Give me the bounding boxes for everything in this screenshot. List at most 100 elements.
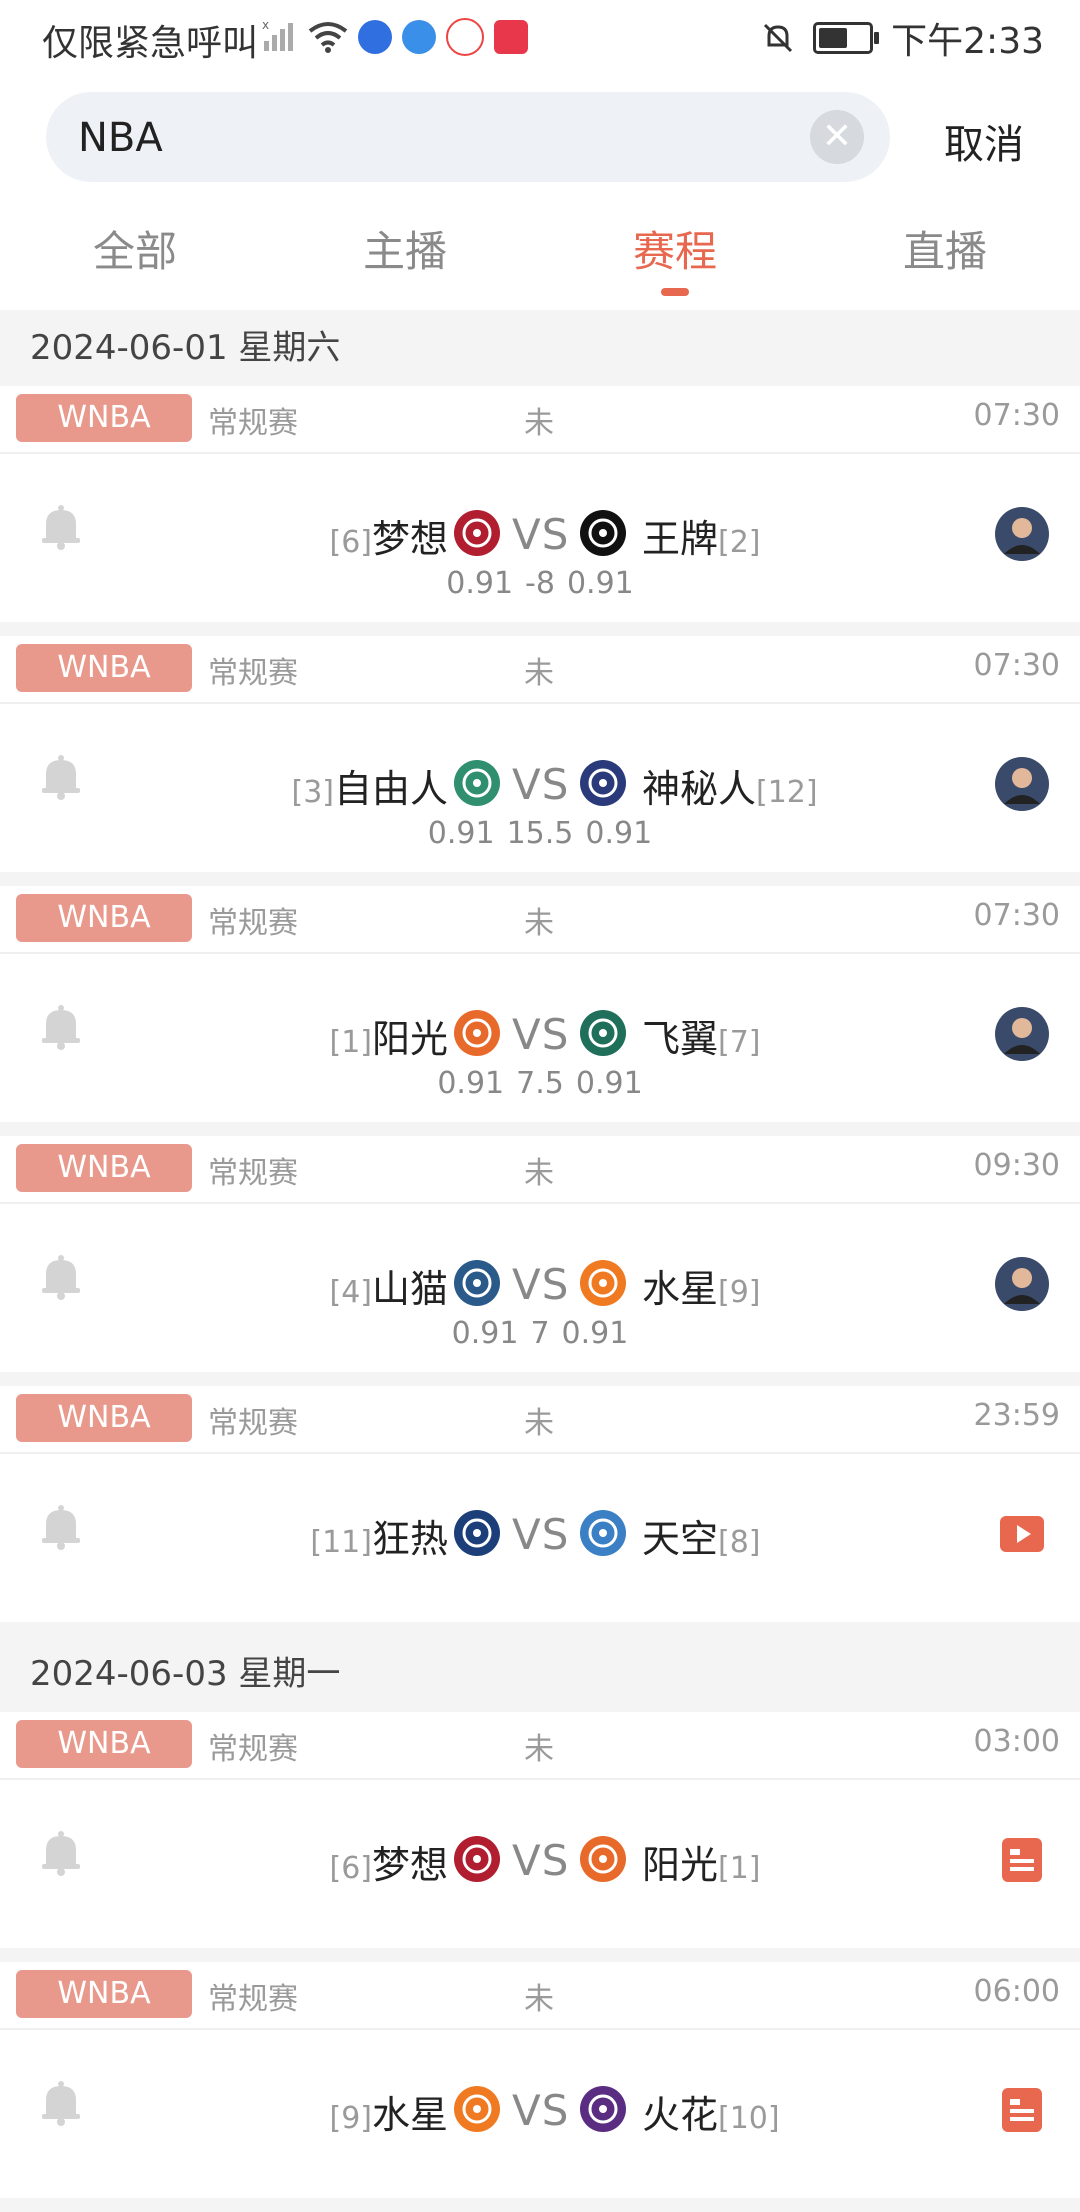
away-name: 王牌	[642, 517, 719, 561]
divider	[0, 622, 1080, 636]
round-label: 常规赛	[208, 906, 298, 941]
odds-line: 0.91 7.5 0.91	[0, 1066, 1080, 1101]
anchor-avatar[interactable]	[994, 1006, 1050, 1062]
home-name: 自由人	[333, 767, 448, 811]
date-header: 2024-06-03 星期一	[0, 1636, 1080, 1712]
match-card[interactable]: WNBA 常规赛 未 06:00 [9]水星 VS 火花[10]	[0, 1962, 1080, 2198]
match-card[interactable]: WNBA 常规赛未 07:30 [3]自由人 VS 神秘人[12] 0.91 15.5 0.91	[0, 636, 1080, 872]
tab-all[interactable]: 全部	[0, 182, 270, 310]
away-rank: [8]	[718, 1525, 761, 1560]
schedule-list: 2024-06-01 星期六 WNBA 常规赛未 07:30 [6]梦想 VS 王牌[2] 0…	[0, 310, 1080, 2212]
document-icon[interactable]	[994, 2082, 1050, 2138]
match-body: [9]水星 VS 火花[10]	[0, 2030, 1080, 2198]
odds-value: 0.91	[585, 816, 653, 851]
signal-icon: x	[262, 19, 293, 51]
play-icon[interactable]	[994, 1506, 1050, 1562]
anchor-avatar[interactable]	[994, 1256, 1050, 1312]
away-rank: [10]	[718, 2101, 780, 2136]
odds-value: 0.91	[575, 1066, 643, 1101]
tab-schedule[interactable]: 赛程	[540, 182, 810, 310]
match-state: 未	[524, 406, 554, 441]
teams-line: [4]山猫 VS 水星[9]	[0, 1258, 1080, 1318]
divider	[0, 2198, 1080, 2212]
away-logo-icon	[578, 758, 628, 808]
away-logo-icon	[578, 1834, 628, 1884]
home-logo-icon	[452, 508, 502, 558]
tab-streamers[interactable]: 主播	[270, 182, 540, 310]
status-icons: x	[262, 18, 528, 56]
match-card[interactable]: WNBA 常规赛 未 09:30 [4]山猫 VS 水星[9] 0.91 7 0.91	[0, 1136, 1080, 1372]
away-team: 火花[10]	[642, 2084, 780, 2139]
vs-label: VS	[512, 1510, 570, 1559]
away-team: 神秘人[12]	[642, 758, 818, 813]
home-team: [1]阳光	[329, 1008, 448, 1063]
match-body: [1]阳光 VS 飞翼[7] 0.91 7.5 0.91	[0, 954, 1080, 1122]
baidu-app-icon	[358, 20, 392, 54]
away-rank: [9]	[718, 1275, 761, 1310]
odds-value: 0.91	[427, 816, 495, 851]
teams-line: [11]狂热 VS 天空[8]	[0, 1508, 1080, 1568]
match-header: WNBA 常规赛 未 03:00	[0, 1712, 1080, 1780]
match-time: 09:30	[973, 1148, 1060, 1183]
teams-line: [6]梦想 VS 阳光[1]	[0, 1834, 1080, 1894]
r-app-icon	[446, 18, 484, 56]
away-name: 神秘人	[642, 767, 757, 811]
home-team: [6]梦想	[329, 508, 448, 563]
home-logo-icon	[452, 2084, 502, 2134]
teams-line: [3]自由人 VS 神秘人[12]	[0, 758, 1080, 818]
search-box[interactable]: ✕	[46, 92, 890, 184]
cancel-button[interactable]: 取消	[944, 112, 1024, 170]
match-state: 未	[524, 1406, 554, 1441]
away-name: 飞翼	[642, 1017, 719, 1061]
battery-icon	[813, 22, 880, 54]
match-card[interactable]: WNBA 常规赛 未 03:00 [6]梦想 VS 阳光[1]	[0, 1712, 1080, 1948]
round-label: 常规赛	[208, 656, 298, 691]
search-input[interactable]	[76, 92, 800, 184]
away-logo-icon	[578, 508, 628, 558]
divider	[0, 1122, 1080, 1136]
away-logo-icon	[578, 1508, 628, 1558]
match-body: [11]狂热 VS 天空[8]	[0, 1454, 1080, 1622]
odds-value: 0.91	[561, 1316, 629, 1351]
document-icon[interactable]	[994, 1832, 1050, 1888]
match-card[interactable]: WNBA 常规赛未 07:30 [1]阳光 VS 飞翼[7] 0.91 7.5 0.91	[0, 886, 1080, 1122]
match-time: 07:30	[973, 398, 1060, 433]
odds-line: 0.91 7 0.91	[0, 1316, 1080, 1351]
away-team: 飞翼[7]	[642, 1008, 761, 1063]
round-label: 常规赛	[208, 1732, 298, 1767]
tab-live[interactable]: 直播	[810, 182, 1080, 310]
home-name: 山猫	[371, 1267, 448, 1311]
home-logo-icon	[452, 1258, 502, 1308]
wifi-icon	[308, 22, 348, 53]
home-name: 水星	[371, 2093, 448, 2137]
round-label: 常规赛	[208, 406, 298, 441]
anchor-avatar[interactable]	[994, 506, 1050, 562]
away-rank: [1]	[718, 1851, 761, 1886]
away-rank: [2]	[718, 525, 761, 560]
match-state: 未	[524, 1982, 554, 2017]
away-name: 水星	[642, 1267, 719, 1311]
home-name: 阳光	[371, 1017, 448, 1061]
away-name: 天空	[642, 1517, 719, 1561]
away-rank: [12]	[756, 775, 818, 810]
match-card[interactable]: WNBA 常规赛 未 23:59 [11]狂热 VS 天空[8]	[0, 1386, 1080, 1622]
vs-label: VS	[512, 510, 570, 559]
match-state: 未	[524, 1156, 554, 1191]
teams-line: [1]阳光 VS 飞翼[7]	[0, 1008, 1080, 1068]
odds-line: 0.91 -8 0.91	[0, 566, 1080, 601]
teams-line: [9]水星 VS 火花[10]	[0, 2084, 1080, 2144]
home-team: [3]自由人	[291, 758, 448, 813]
vs-label: VS	[512, 1836, 570, 1885]
clear-search-icon[interactable]: ✕	[810, 110, 864, 164]
match-header: WNBA 常规赛 未 06:00	[0, 1962, 1080, 2030]
match-state: 未	[524, 656, 554, 691]
league-badge: WNBA	[16, 1394, 192, 1442]
search-row: ✕ 取消	[0, 72, 1080, 184]
divider	[0, 1372, 1080, 1386]
home-team: [6]梦想	[329, 1834, 448, 1889]
anchor-avatar[interactable]	[994, 756, 1050, 812]
match-card[interactable]: WNBA 常规赛未 07:30 [6]梦想 VS 王牌[2] 0.91 -8 0.91	[0, 386, 1080, 622]
home-rank: [3]	[291, 775, 334, 810]
match-state: 未	[524, 1732, 554, 1767]
league-badge: WNBA	[16, 1970, 192, 2018]
